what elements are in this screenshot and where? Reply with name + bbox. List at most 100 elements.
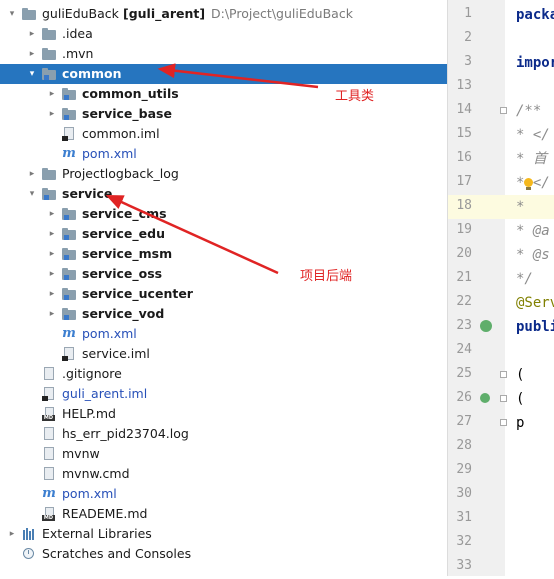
- chevron-down-icon[interactable]: ▾: [6, 8, 18, 20]
- tree-row[interactable]: ▸ common_utils: [0, 84, 447, 104]
- gutter-line[interactable]: 30: [448, 483, 505, 507]
- code-line[interactable]: [505, 555, 554, 579]
- chevron-right-icon[interactable]: ▸: [46, 288, 58, 300]
- gutter-line[interactable]: 16: [448, 147, 505, 171]
- gutter-line[interactable]: 25: [448, 363, 505, 387]
- line-number: 33: [456, 558, 472, 573]
- tree-row[interactable]: ▸ .idea: [0, 24, 447, 44]
- editor-gutter[interactable]: 1 2 3 13 14 15 16 17 18 19 20 21 22 23 24 25 26 27 28 29 30 3…: [448, 0, 507, 579]
- code-line[interactable]: * 首: [505, 147, 554, 171]
- code-line[interactable]: @Serv: [505, 291, 554, 315]
- gutter-line[interactable]: 31: [448, 507, 505, 531]
- tree-row[interactable]: ▸ .mvn: [0, 44, 447, 64]
- tree-row[interactable]: ▸ service_edu: [0, 224, 447, 244]
- override-icon[interactable]: [480, 393, 490, 403]
- code-line[interactable]: packa: [505, 3, 554, 27]
- tree-row[interactable]: ▸ service_msm: [0, 244, 447, 264]
- line-number: 18: [456, 198, 472, 213]
- gutter-line[interactable]: 3: [448, 51, 505, 75]
- gutter-line[interactable]: 2: [448, 27, 505, 51]
- tree-row[interactable]: common.iml: [0, 124, 447, 144]
- tree-row[interactable]: ▸ External Libraries: [0, 524, 447, 544]
- code-line[interactable]: p: [505, 411, 554, 435]
- code-line[interactable]: [505, 27, 554, 51]
- gutter-line[interactable]: 1: [448, 3, 505, 27]
- code-line[interactable]: * @a: [505, 219, 554, 243]
- tree-row[interactable]: ▾ common: [0, 64, 447, 84]
- gutter-line[interactable]: 28: [448, 435, 505, 459]
- tree-row[interactable]: mvnw.cmd: [0, 464, 447, 484]
- tree-row[interactable]: guli_arent.iml: [0, 384, 447, 404]
- chevron-right-icon[interactable]: ▸: [6, 528, 18, 540]
- tree-row[interactable]: ▸ service_cms: [0, 204, 447, 224]
- tree-row[interactable]: .gitignore: [0, 364, 447, 384]
- gutter-line[interactable]: 13: [448, 75, 505, 99]
- chevron-right-icon[interactable]: ▸: [26, 168, 38, 180]
- chevron-right-icon[interactable]: ▸: [26, 28, 38, 40]
- tree-row[interactable]: m pom.xml: [0, 144, 447, 164]
- project-tree[interactable]: ▾ guliEduBack [guli_arent] D:\Project\guliE…: [0, 0, 447, 576]
- tree-row[interactable]: ▸ Projectlogback_log: [0, 164, 447, 184]
- gutter-line[interactable]: 22: [448, 291, 505, 315]
- gutter-line[interactable]: 24: [448, 339, 505, 363]
- chevron-right-icon[interactable]: ▸: [46, 108, 58, 120]
- gutter-line[interactable]: 32: [448, 531, 505, 555]
- gutter-line[interactable]: 14: [448, 99, 505, 123]
- chevron-right-icon[interactable]: ▸: [46, 268, 58, 280]
- code-line[interactable]: [505, 435, 554, 459]
- tree-row[interactable]: mvnw: [0, 444, 447, 464]
- gutter-line[interactable]: 19: [448, 219, 505, 243]
- chevron-right-icon[interactable]: ▸: [46, 248, 58, 260]
- tree-row[interactable]: ▾ guliEduBack [guli_arent] D:\Project\guliE…: [0, 4, 447, 24]
- code-line[interactable]: * @s: [505, 243, 554, 267]
- tree-row[interactable]: service.iml: [0, 344, 447, 364]
- code-line[interactable]: * </: [505, 123, 554, 147]
- code-line[interactable]: [505, 459, 554, 483]
- tree-row[interactable]: ▸ service_oss: [0, 264, 447, 284]
- chevron-down-icon[interactable]: ▾: [26, 68, 38, 80]
- gutter-line[interactable]: 27: [448, 411, 505, 435]
- chevron-right-icon[interactable]: ▸: [26, 48, 38, 60]
- gutter-line[interactable]: 20: [448, 243, 505, 267]
- chevron-right-icon[interactable]: ▸: [46, 228, 58, 240]
- code-editor[interactable]: 1 2 3 13 14 15 16 17 18 19 20 21 22 23 24 25 26 27 28 29 30 3…: [447, 0, 554, 576]
- chevron-right-icon[interactable]: ▸: [46, 208, 58, 220]
- code-line[interactable]: publi: [505, 315, 554, 339]
- chevron-down-icon[interactable]: ▾: [26, 188, 38, 200]
- code-line[interactable]: /**: [505, 99, 554, 123]
- gutter-line[interactable]: 21: [448, 267, 505, 291]
- gutter-line[interactable]: 33: [448, 555, 505, 579]
- gutter-line[interactable]: 15: [448, 123, 505, 147]
- code-line[interactable]: [505, 483, 554, 507]
- gutter-line[interactable]: 26: [448, 387, 505, 411]
- tree-row[interactable]: m pom.xml: [0, 484, 447, 504]
- tree-row[interactable]: hs_err_pid23704.log: [0, 424, 447, 444]
- spring-bean-icon[interactable]: [480, 320, 492, 332]
- code-line[interactable]: */: [505, 267, 554, 291]
- chevron-right-icon[interactable]: ▸: [46, 308, 58, 320]
- code-line[interactable]: impor: [505, 51, 554, 75]
- code-line[interactable]: [505, 339, 554, 363]
- code-line[interactable]: *: [505, 195, 554, 219]
- tree-row[interactable]: MD HELP.md: [0, 404, 447, 424]
- tree-row[interactable]: Scratches and Consoles: [0, 544, 447, 564]
- tree-row[interactable]: ▸ service_ucenter: [0, 284, 447, 304]
- code-line[interactable]: (: [505, 387, 554, 411]
- folder-icon: [42, 47, 56, 61]
- code-line[interactable]: [505, 75, 554, 99]
- tree-row[interactable]: ▸ service_base: [0, 104, 447, 124]
- code-line[interactable]: * </: [505, 171, 554, 195]
- code-line[interactable]: (: [505, 363, 554, 387]
- code-line[interactable]: [505, 507, 554, 531]
- gutter-line[interactable]: 18: [448, 195, 505, 219]
- markdown-icon: MD: [42, 507, 56, 521]
- gutter-line[interactable]: 29: [448, 459, 505, 483]
- tree-row[interactable]: ▾ service: [0, 184, 447, 204]
- code-line[interactable]: [505, 531, 554, 555]
- chevron-right-icon[interactable]: ▸: [46, 88, 58, 100]
- gutter-line[interactable]: 23: [448, 315, 505, 339]
- gutter-line[interactable]: 17: [448, 171, 505, 195]
- tree-row[interactable]: MD READEME.md: [0, 504, 447, 524]
- tree-row[interactable]: m pom.xml: [0, 324, 447, 344]
- tree-row[interactable]: ▸ service_vod: [0, 304, 447, 324]
